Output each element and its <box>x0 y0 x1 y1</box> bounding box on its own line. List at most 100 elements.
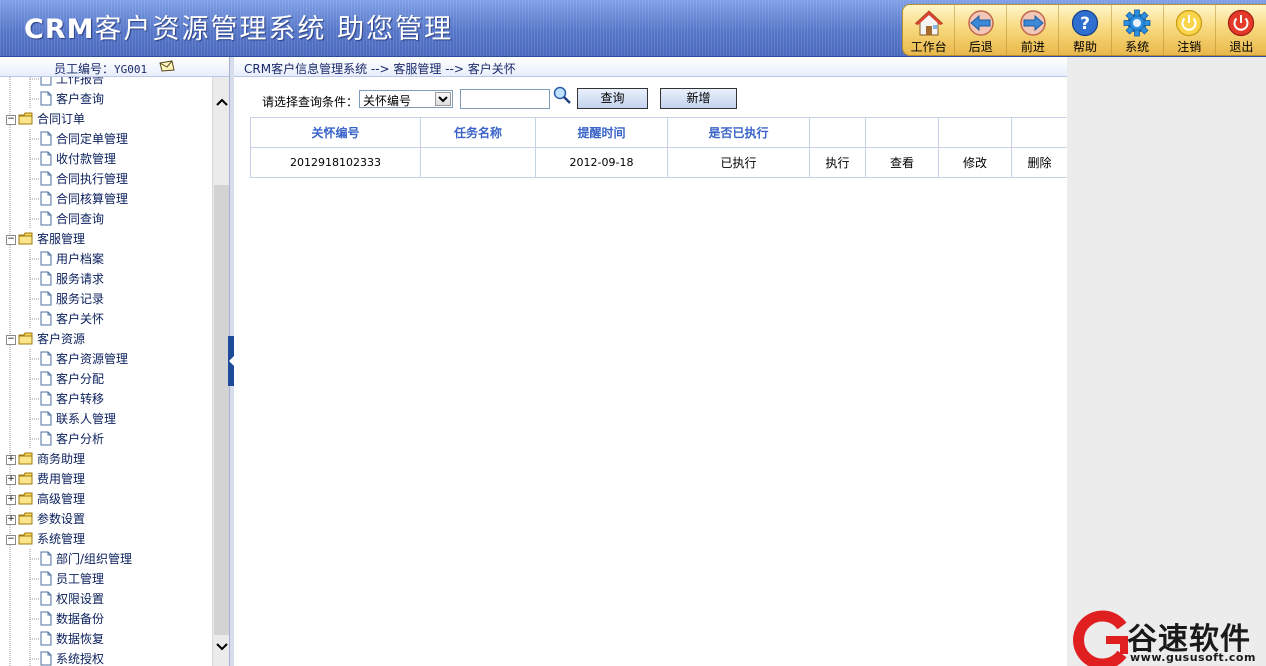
document-icon <box>40 191 52 206</box>
delete-link[interactable]: 删除 <box>1011 147 1068 178</box>
expand-toggle-icon[interactable]: + <box>6 475 16 485</box>
tree-leaf[interactable]: 工作报告 <box>0 77 212 89</box>
document-icon <box>40 291 52 306</box>
column-header <box>809 117 866 148</box>
tree-item-label: 合同查询 <box>56 212 105 226</box>
add-button[interactable]: 新增 <box>660 88 737 109</box>
tree-leaf[interactable]: 数据备份 <box>0 609 212 629</box>
dropdown-button[interactable] <box>435 92 451 106</box>
folder-open-icon <box>18 112 33 125</box>
toolbar-button-help[interactable]: ? 帮助 <box>1059 5 1112 55</box>
right-blank-area <box>1067 57 1266 666</box>
collapse-toggle-icon[interactable]: − <box>6 115 16 125</box>
document-icon <box>40 351 52 366</box>
tree-leaf[interactable]: 员工管理 <box>0 569 212 589</box>
toolbar-button-system[interactable]: 系统 <box>1112 5 1164 55</box>
executed-status-cell: 已执行 <box>667 147 810 178</box>
tree-folder[interactable]: − 合同订单 <box>0 109 212 129</box>
collapse-toggle-icon[interactable]: − <box>6 235 16 245</box>
edit-link[interactable]: 修改 <box>938 147 1012 178</box>
document-icon <box>40 171 52 186</box>
folder-icon <box>18 452 33 465</box>
tree-folder[interactable]: − 系统管理 <box>0 529 212 549</box>
tree-leaf[interactable]: 收付款管理 <box>0 149 212 169</box>
tree-leaf[interactable]: 数据恢复 <box>0 629 212 649</box>
tree-folder[interactable]: + 费用管理 <box>0 469 212 489</box>
column-header <box>938 117 1012 148</box>
collapse-toggle-icon[interactable]: − <box>6 535 16 545</box>
toolbar-label: 退出 <box>1229 40 1254 54</box>
tree-leaf[interactable]: 服务请求 <box>0 269 212 289</box>
tree-item-label: 权限设置 <box>56 592 105 606</box>
tree-item-label: 客户转移 <box>56 392 105 406</box>
tree-leaf[interactable]: 客户分配 <box>0 369 212 389</box>
mail-icon[interactable] <box>158 60 176 72</box>
tree-leaf[interactable]: 客户查询 <box>0 89 212 109</box>
breadcrumb-bar: CRM客户信息管理系统 --> 客服管理 --> 客户关怀 <box>234 57 1067 77</box>
toolbar-button-back[interactable]: 后退 <box>955 5 1008 55</box>
query-condition-label: 请选择查询条件： <box>262 95 359 109</box>
query-condition-select[interactable]: 关怀编号 <box>359 90 453 108</box>
forward-arrow-icon <box>1020 10 1046 36</box>
search-icon[interactable] <box>552 85 572 105</box>
toolbar-button-exit[interactable]: 退出 <box>1216 5 1266 55</box>
column-header: 任务名称 <box>420 117 536 148</box>
tree-leaf[interactable]: 用户档案 <box>0 249 212 269</box>
folder-icon <box>18 512 33 525</box>
tree-leaf[interactable]: 服务记录 <box>0 289 212 309</box>
tree-leaf[interactable]: 系统授权 <box>0 649 212 666</box>
tree-leaf[interactable]: 合同查询 <box>0 209 212 229</box>
toolbar-label: 注销 <box>1177 40 1202 54</box>
collapse-toggle-icon[interactable]: − <box>6 335 16 345</box>
tree-leaf[interactable]: 合同定单管理 <box>0 129 212 149</box>
tree-item-label: 客服管理 <box>37 232 86 246</box>
tree-folder[interactable]: − 客服管理 <box>0 229 212 249</box>
scroll-up-arrow-icon[interactable] <box>214 94 230 110</box>
table-header-row: 关怀编号 任务名称 提醒时间 是否已执行 <box>250 117 1068 148</box>
toolbar-label: 工作台 <box>910 40 947 54</box>
tree-item-label: 客户查询 <box>56 92 105 106</box>
document-icon <box>40 251 52 266</box>
document-icon <box>40 271 52 286</box>
svg-text:?: ? <box>1080 14 1090 34</box>
column-header: 提醒时间 <box>535 117 668 148</box>
tree-leaf[interactable]: 部门/组织管理 <box>0 549 212 569</box>
tree-leaf[interactable]: 合同执行管理 <box>0 169 212 189</box>
tree-folder[interactable]: − 客户资源 <box>0 329 212 349</box>
document-icon <box>40 591 52 606</box>
tree-item-label: 联系人管理 <box>56 412 117 426</box>
expand-toggle-icon[interactable]: + <box>6 495 16 505</box>
document-icon <box>40 371 52 386</box>
tree-item-label: 合同执行管理 <box>56 172 129 186</box>
toolbar-button-forward[interactable]: 前进 <box>1007 5 1060 55</box>
toolbar-label: 帮助 <box>1072 40 1097 54</box>
expand-toggle-icon[interactable]: + <box>6 455 16 465</box>
power-icon <box>1176 9 1203 37</box>
tree-leaf[interactable]: 客户分析 <box>0 429 212 449</box>
tree-leaf[interactable]: 客户关怀 <box>0 309 212 329</box>
tree-item-label: 工作报告 <box>56 77 105 86</box>
toolbar-button-workbench[interactable]: 工作台 <box>903 5 956 55</box>
tree-leaf[interactable]: 客户资源管理 <box>0 349 212 369</box>
scroll-down-arrow-icon[interactable] <box>214 639 230 655</box>
tree-item-label: 服务请求 <box>56 272 105 286</box>
view-link[interactable]: 查看 <box>865 147 939 178</box>
toolbar-button-logout[interactable]: 注销 <box>1164 5 1216 55</box>
query-keyword-input[interactable] <box>460 89 550 109</box>
document-icon <box>40 77 52 86</box>
toolbar-label: 前进 <box>1020 40 1045 54</box>
execute-link[interactable]: 执行 <box>809 147 866 178</box>
tree-item-label: 员工管理 <box>56 572 105 586</box>
document-icon <box>40 651 52 666</box>
scroll-thumb[interactable] <box>214 185 229 635</box>
tree-folder[interactable]: + 高级管理 <box>0 489 212 509</box>
tree-folder[interactable]: + 商务助理 <box>0 449 212 469</box>
tree-leaf[interactable]: 客户转移 <box>0 389 212 409</box>
tree-folder[interactable]: + 参数设置 <box>0 509 212 529</box>
tree-leaf[interactable]: 权限设置 <box>0 589 212 609</box>
tree-leaf[interactable]: 联系人管理 <box>0 409 212 429</box>
query-button[interactable]: 查询 <box>577 88 648 109</box>
expand-toggle-icon[interactable]: + <box>6 515 16 525</box>
tree-leaf[interactable]: 合同核算管理 <box>0 189 212 209</box>
document-icon <box>40 211 52 226</box>
